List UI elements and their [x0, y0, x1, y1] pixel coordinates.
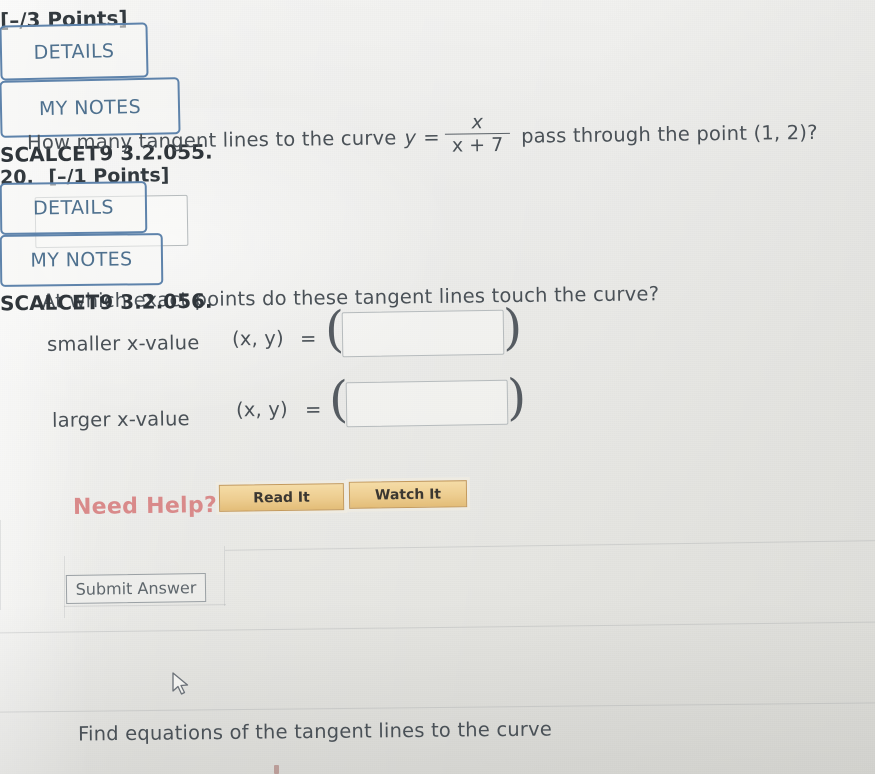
question-suffix-text: pass through the point (1, 2)? [520, 121, 818, 149]
page-left-edge [0, 520, 1, 610]
equation-fraction: x x + 7 [444, 111, 511, 158]
read-it-button[interactable]: Read It [218, 483, 345, 512]
mouse-pointer-arrow-icon [172, 672, 189, 695]
larger-x-coord-label: (x, y) [235, 397, 289, 422]
submit-answer-button[interactable]: Submit Answer [65, 573, 207, 604]
larger-x-value-input[interactable] [345, 379, 509, 428]
fraction-numerator: x [471, 111, 484, 134]
smaller-x-close-paren: ) [502, 298, 523, 357]
equation-lhs: y [404, 126, 417, 150]
watch-it-button[interactable]: Watch It [348, 480, 468, 509]
larger-x-equals: = [304, 397, 322, 422]
equation-equals: = [423, 126, 440, 150]
fraction-denominator: x + 7 [451, 133, 504, 157]
larger-x-close-paren: ) [506, 368, 527, 427]
problem-2-question-text: Find equations of the tangent lines to t… [77, 717, 553, 746]
need-help-label: Need Help? [72, 492, 218, 521]
problem-2-divider [0, 621, 875, 634]
larger-x-value-label: larger x-value [51, 407, 190, 432]
submit-panel-bottom-edge [63, 604, 227, 607]
cut-off-content-fragment [274, 765, 279, 774]
problem-2-body-divider [0, 702, 875, 713]
smaller-x-equals: = [299, 326, 317, 351]
smaller-x-value-label: smaller x-value [46, 331, 200, 356]
submit-panel-left-edge [224, 546, 225, 606]
problem-1-details-button[interactable]: DETAILS [0, 22, 149, 81]
question-prefix-text: How many tangent lines to the curve [26, 126, 397, 155]
submit-inner-left-edge [64, 556, 65, 618]
smaller-x-value-input[interactable] [341, 309, 505, 358]
smaller-x-coord-label: (x, y) [231, 326, 285, 351]
problem-2-details-button[interactable]: DETAILS [0, 181, 148, 235]
assignment-content: [–/3 Points] DETAILS MY NOTES SCALCET9 3… [0, 0, 875, 774]
problem-2-my-notes-button[interactable]: MY NOTES [0, 233, 164, 287]
section-divider-top [225, 540, 875, 551]
